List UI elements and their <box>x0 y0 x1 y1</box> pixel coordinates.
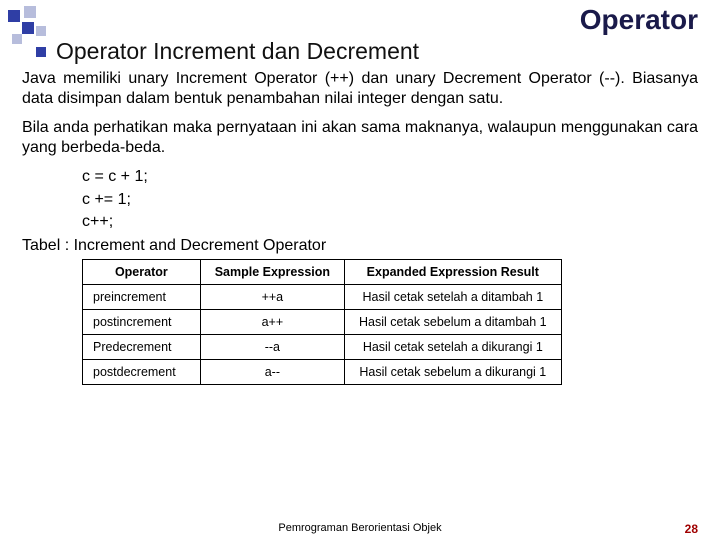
cell-sample: --a <box>200 335 344 360</box>
cell-result: Hasil cetak sebelum a ditambah 1 <box>345 310 562 335</box>
table-row: postdecrement a-- Hasil cetak sebelum a … <box>83 360 562 385</box>
footer-text: Pemrograman Berorientasi Objek <box>0 522 720 534</box>
paragraph-2: Bila anda perhatikan maka pernyataan ini… <box>22 118 698 159</box>
cell-result: Hasil cetak setelah a ditambah 1 <box>345 285 562 310</box>
cell-result: Hasil cetak sebelum a dikurangi 1 <box>345 360 562 385</box>
table-row: Predecrement --a Hasil cetak setelah a d… <box>83 335 562 360</box>
paragraph-1: Java memiliki unary Increment Operator (… <box>22 69 698 110</box>
th-operator: Operator <box>83 260 201 285</box>
cell-op: postincrement <box>83 310 201 335</box>
table-row: preincrement ++a Hasil cetak setelah a d… <box>83 285 562 310</box>
slide-heading: Operator Increment dan Decrement <box>56 38 419 65</box>
th-sample: Sample Expression <box>200 260 344 285</box>
table-header-row: Operator Sample Expression Expanded Expr… <box>83 260 562 285</box>
code-line-3: c++; <box>82 212 698 233</box>
brand-title: Operator <box>22 4 698 36</box>
code-line-1: c = c + 1; <box>82 167 698 188</box>
table-row: postincrement a++ Hasil cetak sebelum a … <box>83 310 562 335</box>
heading-row: Operator Increment dan Decrement <box>36 38 698 65</box>
cell-sample: a-- <box>200 360 344 385</box>
code-line-2: c += 1; <box>82 190 698 211</box>
deco-squares <box>0 4 70 58</box>
cell-sample: ++a <box>200 285 344 310</box>
cell-op: preincrement <box>83 285 201 310</box>
cell-result: Hasil cetak setelah a dikurangi 1 <box>345 335 562 360</box>
cell-op: postdecrement <box>83 360 201 385</box>
operator-table: Operator Sample Expression Expanded Expr… <box>82 259 562 385</box>
cell-sample: a++ <box>200 310 344 335</box>
table-caption: Tabel : Increment and Decrement Operator <box>22 237 698 255</box>
th-result: Expanded Expression Result <box>345 260 562 285</box>
page-number: 28 <box>685 522 698 536</box>
cell-op: Predecrement <box>83 335 201 360</box>
